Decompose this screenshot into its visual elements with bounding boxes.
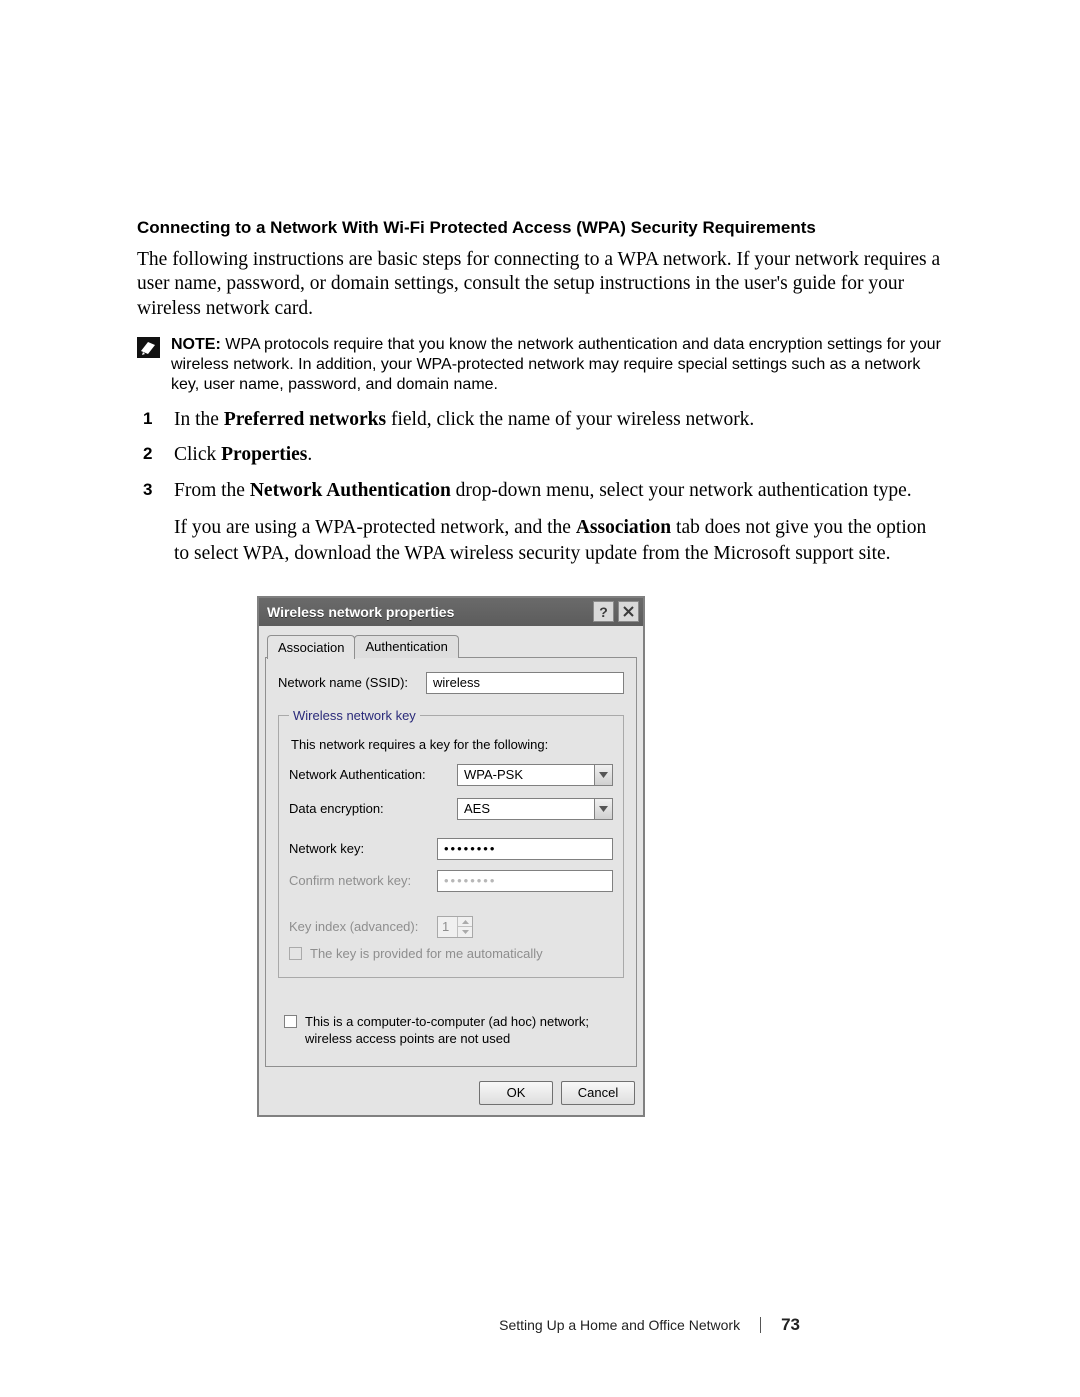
intro-paragraph: The following instructions are basic ste… <box>137 248 945 321</box>
section-heading: Connecting to a Network With Wi-Fi Prote… <box>137 218 945 238</box>
dialog-titlebar: Wireless network properties ? <box>259 598 643 626</box>
networkkey-row: Network key: •••••••• <box>289 838 613 860</box>
step-text: field, click the name of your wireless n… <box>386 409 754 430</box>
manual-page: Connecting to a Network With Wi-Fi Prote… <box>0 0 1080 1117</box>
netauth-select[interactable]: WPA-PSK <box>457 764 613 786</box>
chevron-down-icon <box>594 765 612 785</box>
note-block: NOTE: WPA protocols require that you kno… <box>137 335 945 395</box>
page-number: 73 <box>781 1315 800 1335</box>
cancel-button[interactable]: Cancel <box>561 1081 635 1105</box>
group-legend: Wireless network key <box>289 708 420 723</box>
networkkey-label: Network key: <box>289 841 429 856</box>
group-hint: This network requires a key for the foll… <box>291 737 613 752</box>
chevron-down-icon <box>594 799 612 819</box>
step-text: Click <box>174 444 221 465</box>
encryption-select[interactable]: AES <box>457 798 613 820</box>
note-icon <box>137 337 160 358</box>
footer-separator <box>760 1317 761 1333</box>
adhoc-checkbox[interactable] <box>284 1015 297 1028</box>
page-footer: Setting Up a Home and Office Network 73 <box>499 1315 800 1335</box>
spinner-down-icon <box>458 927 472 937</box>
ok-button[interactable]: OK <box>479 1081 553 1105</box>
networkkey-input[interactable]: •••••••• <box>437 838 613 860</box>
netauth-label: Network Authentication: <box>289 767 449 782</box>
confirmkey-label: Confirm network key: <box>289 873 429 888</box>
wireless-key-group: Wireless network key This network requir… <box>278 708 624 978</box>
encryption-row: Data encryption: AES <box>289 798 613 820</box>
help-icon: ? <box>599 604 608 620</box>
confirmkey-input[interactable]: •••••••• <box>437 870 613 892</box>
encryption-value: AES <box>458 799 594 819</box>
keyindex-row: Key index (advanced): 1 <box>289 916 613 938</box>
keyindex-value: 1 <box>438 917 458 937</box>
dialog-button-row: OK Cancel <box>259 1075 643 1115</box>
step-3-sub: If you are using a WPA-protected network… <box>174 515 945 566</box>
steps-list: In the Preferred networks field, click t… <box>137 407 945 566</box>
help-button[interactable]: ? <box>593 601 614 622</box>
note-label: NOTE: <box>171 336 221 353</box>
step-text: From the <box>174 480 250 501</box>
network-auth-term: Network Authentication <box>250 480 451 501</box>
step-text: . <box>307 444 312 465</box>
spinner-up-icon <box>458 917 472 928</box>
step-text: If you are using a WPA-protected network… <box>174 517 576 538</box>
keyindex-label: Key index (advanced): <box>289 919 429 934</box>
confirmkey-row: Confirm network key: •••••••• <box>289 870 613 892</box>
tab-association[interactable]: Association <box>267 635 355 659</box>
autokey-label: The key is provided for me automatically <box>310 946 543 963</box>
close-icon <box>623 606 634 617</box>
step-text: In the <box>174 409 224 430</box>
adhoc-row: This is a computer-to-computer (ad hoc) … <box>284 1014 618 1048</box>
note-body: WPA protocols require that you know the … <box>171 336 941 393</box>
autokey-row: The key is provided for me automatically <box>289 946 613 963</box>
keyindex-spinner: 1 <box>437 916 473 938</box>
note-text: NOTE: WPA protocols require that you kno… <box>171 335 945 395</box>
properties-term: Properties <box>221 444 307 465</box>
step-3: From the Network Authentication drop-dow… <box>137 478 945 566</box>
adhoc-label: This is a computer-to-computer (ad hoc) … <box>305 1014 618 1048</box>
association-term: Association <box>576 517 671 538</box>
ssid-label: Network name (SSID): <box>278 675 418 690</box>
ssid-input[interactable]: wireless <box>426 672 624 694</box>
wireless-properties-dialog: Wireless network properties ? Associatio… <box>257 596 645 1117</box>
netauth-row: Network Authentication: WPA-PSK <box>289 764 613 786</box>
dialog-title: Wireless network properties <box>267 604 589 620</box>
step-text: drop-down menu, select your network auth… <box>451 480 912 501</box>
tab-panel-association: Network name (SSID): wireless Wireless n… <box>265 657 637 1067</box>
ssid-row: Network name (SSID): wireless <box>278 672 624 694</box>
step-2: Click Properties. <box>137 442 945 467</box>
preferred-networks-term: Preferred networks <box>224 409 386 430</box>
encryption-label: Data encryption: <box>289 801 449 816</box>
autokey-checkbox <box>289 947 302 960</box>
netauth-value: WPA-PSK <box>458 765 594 785</box>
close-button[interactable] <box>618 601 639 622</box>
footer-title: Setting Up a Home and Office Network <box>499 1317 740 1333</box>
tab-authentication[interactable]: Authentication <box>354 635 458 658</box>
step-1: In the Preferred networks field, click t… <box>137 407 945 432</box>
tabstrip: Association Authentication <box>259 626 643 658</box>
